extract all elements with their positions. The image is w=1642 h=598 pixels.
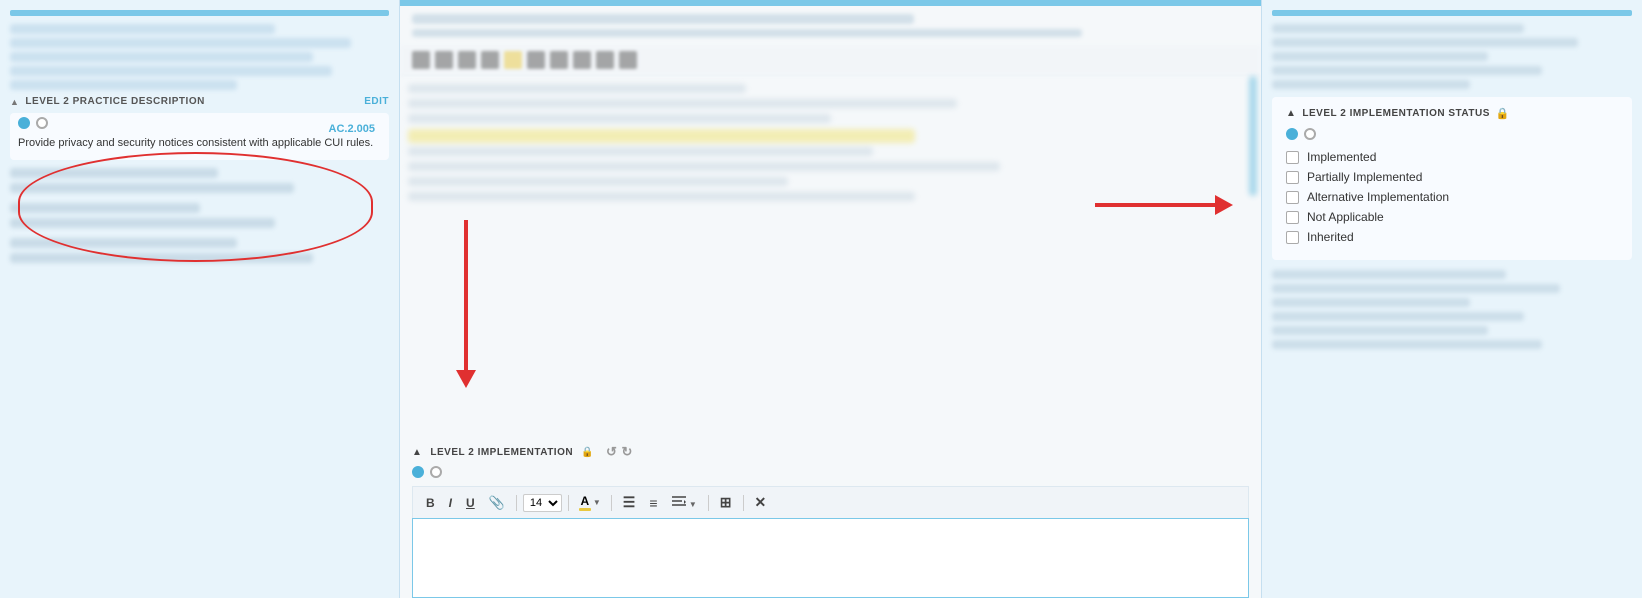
- scrollbar[interactable]: [1249, 76, 1257, 196]
- clear-button[interactable]: ✕: [750, 492, 772, 513]
- right-top-bar: [1272, 10, 1632, 16]
- chevron-icon: ▲: [10, 97, 19, 107]
- arrow-head-right: [1215, 195, 1233, 215]
- level2-practice-header: ▲ LEVEL 2 PRACTICE DESCRIPTION Edit: [10, 96, 389, 107]
- practice-code: AC.2.005: [329, 123, 375, 135]
- arrow-head-down: [456, 370, 476, 388]
- practice-radio-row: AC.2.005: [18, 117, 381, 129]
- not-applicable-row: Not Applicable: [1286, 210, 1618, 224]
- implemented-row: Implemented: [1286, 150, 1618, 164]
- right-blurred-bottom: [1272, 270, 1632, 349]
- alternative-implementation-label: Alternative Implementation: [1307, 190, 1449, 204]
- table-button[interactable]: ⊞: [715, 492, 737, 513]
- not-applicable-label: Not Applicable: [1307, 210, 1384, 224]
- red-arrow-down: [456, 220, 476, 388]
- right-panel: ▲ LEVEL 2 IMPLEMENTATION STATUS 🔒 Implem…: [1262, 0, 1642, 598]
- rich-text-editor[interactable]: [412, 518, 1249, 598]
- status-radio-empty[interactable]: [1304, 128, 1316, 140]
- ordered-list-button[interactable]: ≡: [644, 493, 662, 513]
- impl-chevron-icon: ▲: [412, 447, 422, 458]
- unordered-list-button[interactable]: ☰: [618, 492, 641, 513]
- implemented-checkbox[interactable]: [1286, 151, 1299, 164]
- edit-button[interactable]: Edit: [364, 96, 389, 107]
- arrow-line-vertical: [464, 220, 468, 370]
- arrow-line-horizontal: [1095, 203, 1215, 207]
- main-layout: ▲ LEVEL 2 PRACTICE DESCRIPTION Edit AC.2…: [0, 0, 1642, 598]
- right-blurred-top: [1272, 24, 1632, 89]
- partially-implemented-checkbox[interactable]: [1286, 171, 1299, 184]
- blurred-lower-sections: [10, 168, 389, 263]
- blurred-top-content: [10, 24, 389, 90]
- redo-button[interactable]: ↻: [621, 444, 632, 460]
- red-arrow-right: [1095, 195, 1233, 215]
- separator5: [743, 495, 744, 511]
- impl-status-box: ▲ LEVEL 2 IMPLEMENTATION STATUS 🔒 Implem…: [1272, 97, 1632, 260]
- impl-status-header: ▲ LEVEL 2 IMPLEMENTATION STATUS 🔒: [1286, 107, 1618, 120]
- level2-implementation-section: ▲ LEVEL 2 IMPLEMENTATION 🔒 ↺ ↻ B I U 📎: [400, 436, 1261, 598]
- italic-button[interactable]: I: [444, 494, 457, 512]
- impl-radio-filled[interactable]: [412, 466, 424, 478]
- partially-implemented-label: Partially Implemented: [1307, 170, 1422, 184]
- left-panel-top-bar: [10, 10, 389, 16]
- status-chevron-icon: ▲: [1286, 108, 1296, 119]
- practice-description-text: Provide privacy and security notices con…: [18, 135, 381, 152]
- bold-button[interactable]: B: [421, 494, 440, 512]
- not-applicable-checkbox[interactable]: [1286, 211, 1299, 224]
- status-radio-filled[interactable]: [1286, 128, 1298, 140]
- separator1: [516, 495, 517, 511]
- status-lock-icon: 🔒: [1496, 107, 1510, 120]
- inherited-checkbox[interactable]: [1286, 231, 1299, 244]
- partially-implemented-row: Partially Implemented: [1286, 170, 1618, 184]
- blurred-content-area: [400, 76, 1261, 436]
- radio-empty[interactable]: [36, 117, 48, 129]
- alternative-implementation-row: Alternative Implementation: [1286, 190, 1618, 204]
- color-a-icon: A: [579, 494, 591, 511]
- alternative-implementation-checkbox[interactable]: [1286, 191, 1299, 204]
- underline-button[interactable]: U: [461, 494, 480, 512]
- impl-radio-empty[interactable]: [430, 466, 442, 478]
- inherited-label: Inherited: [1307, 230, 1354, 244]
- align-button[interactable]: ▼: [667, 493, 702, 512]
- rich-text-toolbar: B I U 📎 14 10 12 16 18 A: [412, 486, 1249, 518]
- status-radio-row: [1286, 128, 1618, 140]
- impl-radio-row: [412, 466, 1249, 478]
- inherited-row: Inherited: [1286, 230, 1618, 244]
- separator4: [708, 495, 709, 511]
- color-chevron-icon: ▼: [593, 498, 601, 507]
- undo-redo-group: ↺ ↻: [606, 444, 633, 460]
- practice-description-box: AC.2.005 Provide privacy and security no…: [10, 113, 389, 160]
- clip-button[interactable]: 📎: [484, 493, 510, 513]
- middle-panel: ▲ LEVEL 2 IMPLEMENTATION 🔒 ↺ ↻ B I U 📎: [400, 0, 1262, 598]
- undo-button[interactable]: ↺: [606, 444, 617, 460]
- separator2: [568, 495, 569, 511]
- font-size-select[interactable]: 14 10 12 16 18: [523, 494, 562, 512]
- middle-blurred-header: [400, 6, 1261, 45]
- impl-section-header: ▲ LEVEL 2 IMPLEMENTATION 🔒 ↺ ↻: [412, 444, 1249, 460]
- text-color-button[interactable]: A ▼: [575, 492, 605, 513]
- radio-filled[interactable]: [18, 117, 30, 129]
- blurred-toolbar: [400, 45, 1261, 76]
- left-panel: ▲ LEVEL 2 PRACTICE DESCRIPTION Edit AC.2…: [0, 0, 400, 598]
- separator3: [611, 495, 612, 511]
- implemented-label: Implemented: [1307, 150, 1376, 164]
- lock-icon: 🔒: [581, 447, 594, 458]
